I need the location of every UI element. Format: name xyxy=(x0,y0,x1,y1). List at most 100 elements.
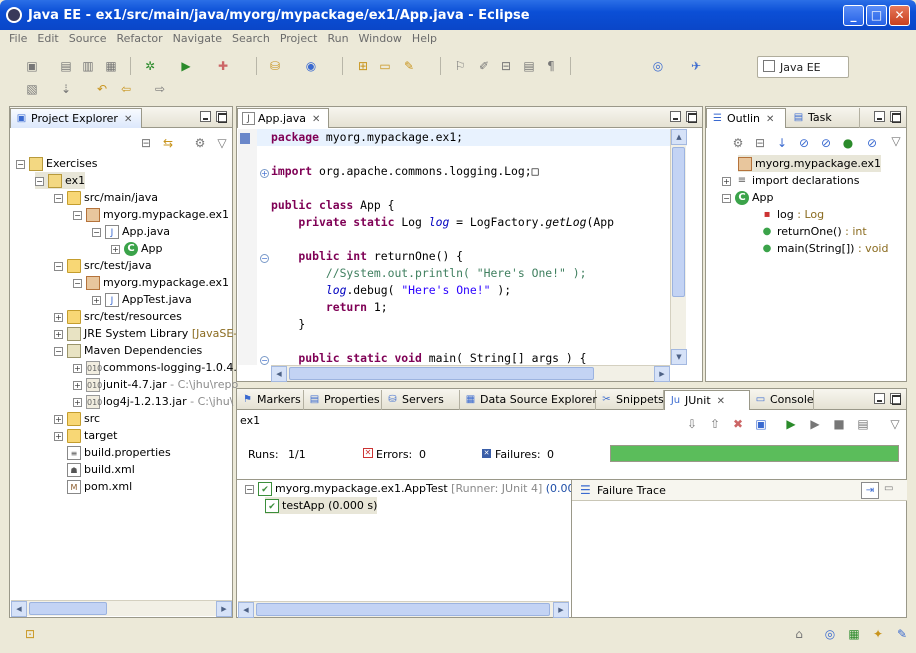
external-tools-icon[interactable]: ✈ xyxy=(688,58,704,74)
project-tree-item[interactable]: − src/test/java xyxy=(54,257,152,274)
scroll-left-button[interactable]: ◀ xyxy=(238,602,254,618)
menu-search[interactable]: Search xyxy=(227,31,275,46)
show-whitespace-icon[interactable]: ▤ xyxy=(521,58,537,74)
next-failure-icon[interactable]: ⇩ xyxy=(684,416,700,432)
debug-icon[interactable]: ✲ xyxy=(142,58,158,74)
scroll-down-button[interactable]: ▼ xyxy=(671,349,687,365)
hide-static-icon[interactable]: ⊘ xyxy=(818,135,834,151)
filter-stack-trace-icon[interactable]: ⇥ xyxy=(861,482,879,499)
tab-servers[interactable]: ⛁ Servers xyxy=(382,390,460,410)
new-icon[interactable]: ▣ xyxy=(24,58,40,74)
block-selection-icon[interactable]: ⊟ xyxy=(498,58,514,74)
minimize-button[interactable]: _ xyxy=(843,5,864,26)
new-wizard-icon[interactable]: ▧ xyxy=(24,81,40,97)
expand-toggle[interactable]: − xyxy=(54,193,63,203)
tab-snippets[interactable]: ✂ Snippets xyxy=(596,390,664,410)
open-perspective-icon[interactable] xyxy=(763,60,775,72)
outline-item[interactable]: ● main(String[]) : void xyxy=(760,240,889,257)
scroll-thumb[interactable] xyxy=(256,603,550,616)
project-tree-item[interactable]: +010log4j-1.2.13.jar - C:\jhu\ xyxy=(73,393,233,410)
outline-item[interactable]: − C App xyxy=(722,189,774,206)
new-class-icon[interactable]: ◉ xyxy=(303,58,319,74)
expand-toggle[interactable]: − xyxy=(722,193,731,203)
project-tree-item[interactable]: + target xyxy=(54,427,117,444)
horizontal-scrollbar[interactable]: ◀ ▶ xyxy=(11,600,232,617)
compare-result-icon[interactable]: ▭ xyxy=(884,483,893,494)
horizontal-scrollbar[interactable]: ◀ ▶ xyxy=(238,601,569,618)
collapse-all-icon[interactable]: ⊟ xyxy=(138,135,154,151)
last-edit-icon[interactable]: ↶ xyxy=(94,81,110,97)
view-menu-icon[interactable]: ⚙ xyxy=(192,135,208,151)
expand-toggle[interactable]: + xyxy=(722,176,731,186)
back-icon[interactable]: ⇦ xyxy=(118,81,134,97)
fold-collapse-icon[interactable]: − xyxy=(260,254,269,263)
outline-item[interactable]: + ≡ import declarations xyxy=(722,172,859,189)
test-run-history-icon[interactable]: ▤ xyxy=(855,416,871,432)
project-tree-item[interactable]: − myorg.mypackage.ex1 xyxy=(73,274,229,291)
save-icon[interactable]: ▤ xyxy=(58,58,74,74)
chevron-down-icon[interactable]: ▽ xyxy=(214,135,230,151)
pilcrow-icon[interactable]: ¶ xyxy=(543,58,559,74)
minimize-view-button[interactable] xyxy=(874,393,885,404)
test-case-row[interactable]: ✔ testApp (0.000 s) xyxy=(265,497,378,514)
tasks-icon[interactable]: ✦ xyxy=(870,626,886,642)
rerun-failed-first-icon[interactable]: ▶ xyxy=(807,416,823,432)
tab-markers[interactable]: ⚑ Markers xyxy=(237,390,304,410)
project-tree-item[interactable]: + JRE System Library [JavaSE- xyxy=(54,325,237,342)
scroll-thumb[interactable] xyxy=(29,602,107,615)
expand-toggle[interactable]: + xyxy=(73,380,82,390)
outline-item[interactable]: ▪ log : Log xyxy=(760,206,825,223)
expand-toggle[interactable]: − xyxy=(54,346,63,356)
expand-toggle[interactable]: − xyxy=(54,261,63,271)
close-icon[interactable]: ✕ xyxy=(766,114,774,125)
hide-nonpublic-icon[interactable]: ● xyxy=(840,135,856,151)
expand-toggle[interactable]: + xyxy=(73,363,82,373)
tab-outline[interactable]: ☰ Outlin ✕ xyxy=(706,108,786,128)
collapse-toggle[interactable]: − xyxy=(245,484,254,494)
run-external-icon[interactable]: ✚ xyxy=(215,58,231,74)
menu-navigate[interactable]: Navigate xyxy=(168,31,227,46)
project-tree-item[interactable]: − Maven Dependencies xyxy=(54,342,202,359)
sync-icon[interactable]: ⚙ xyxy=(730,135,746,151)
fast-view-icon[interactable]: ⊡ xyxy=(22,626,38,642)
progress-icon[interactable]: ✎ xyxy=(894,626,910,642)
toggle-mark-icon[interactable]: ⚐ xyxy=(452,58,468,74)
expand-toggle[interactable]: + xyxy=(73,397,82,407)
project-tree-item[interactable]: + src/test/resources xyxy=(54,308,182,325)
forward-icon[interactable]: ⇨ xyxy=(152,81,168,97)
project-tree-item[interactable]: ≡ build.properties xyxy=(54,444,171,461)
next-annotation-icon[interactable]: ⇣ xyxy=(58,81,74,97)
chevron-down-icon[interactable]: ▽ xyxy=(888,133,904,149)
minimize-view-button[interactable] xyxy=(670,111,681,122)
fold-expand-icon[interactable]: + xyxy=(260,169,269,178)
expand-toggle[interactable]: + xyxy=(111,244,120,254)
search-icon[interactable]: ✎ xyxy=(401,58,417,74)
maximize-view-button[interactable] xyxy=(686,111,697,123)
open-folder-icon[interactable]: ▭ xyxy=(377,58,393,74)
tab-properties[interactable]: ▤ Properties xyxy=(304,390,382,410)
project-tree-item[interactable]: − Exercises xyxy=(16,155,98,172)
project-tree-item[interactable]: − src/main/java xyxy=(54,189,158,206)
expand-toggle[interactable]: − xyxy=(92,227,101,237)
hide-local-types-icon[interactable]: ⊘ xyxy=(864,135,880,151)
project-tree-item[interactable]: +010junit-4.7.jar - C:\jhu\repo xyxy=(73,376,238,393)
title-bar[interactable]: Java EE - ex1/src/main/java/myorg/mypack… xyxy=(0,0,916,30)
project-tree-item[interactable]: + J AppTest.java xyxy=(92,291,192,308)
expand-toggle[interactable]: − xyxy=(16,159,25,169)
scroll-left-button[interactable]: ◀ xyxy=(271,366,287,382)
maximize-view-button[interactable] xyxy=(890,111,901,123)
scroll-thumb[interactable] xyxy=(672,147,685,297)
expand-toggle[interactable]: − xyxy=(35,176,44,186)
fold-collapse-icon[interactable]: − xyxy=(260,356,269,365)
previous-failure-icon[interactable]: ⇧ xyxy=(707,416,723,432)
chart-icon[interactable]: ▦ xyxy=(846,626,862,642)
menu-source[interactable]: Source xyxy=(64,31,112,46)
expand-toggle[interactable]: + xyxy=(92,295,101,305)
open-type-icon[interactable]: ⊞ xyxy=(355,58,371,74)
expand-toggle[interactable]: + xyxy=(54,312,63,322)
menu-edit[interactable]: Edit xyxy=(32,31,63,46)
test-suite-row[interactable]: − ✔ myorg.mypackage.ex1.AppTest [Runner: J… xyxy=(245,480,595,497)
rerun-test-icon[interactable]: ▶ xyxy=(783,416,799,432)
project-tree-item[interactable]: + C App xyxy=(111,240,163,257)
scroll-up-button[interactable]: ▲ xyxy=(671,129,687,145)
